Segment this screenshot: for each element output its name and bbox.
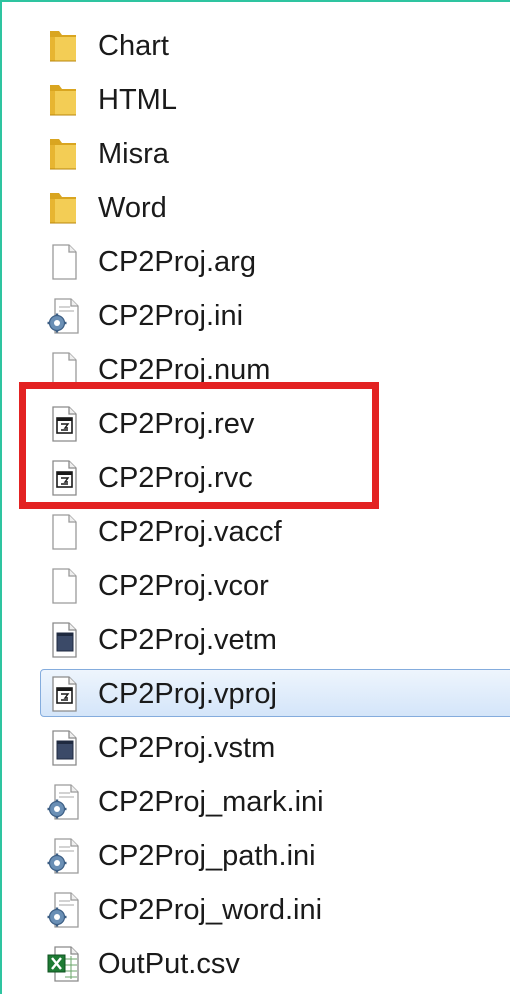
blank-file-icon [46,513,82,551]
file-name-label: CP2Proj.num [98,353,271,386]
file-explorer-pane: Chart HTML Misra Word CP2Proj.arg CP2Pro… [0,0,510,994]
folder-item[interactable]: HTML [46,73,510,127]
file-name-label: OutPut.csv [98,947,240,980]
file-item[interactable]: CP2Proj.vcor [46,559,510,613]
file-item[interactable]: CP2Proj_word.ini [46,883,510,937]
file-item[interactable]: CP2Proj.vaccf [46,505,510,559]
file-item[interactable]: CP2Proj.arg [46,235,510,289]
file-item[interactable]: CP2Proj.vetm [46,613,510,667]
file-name-label: CP2Proj_path.ini [98,839,316,872]
file-name-label: CP2Proj_mark.ini [98,785,324,818]
folder-icon [46,81,82,119]
file-name-label: CP2Proj_word.ini [98,893,323,926]
folder-item[interactable]: Misra [46,127,510,181]
blank-file-icon [46,351,82,389]
file-item[interactable]: CP2Proj.num [46,343,510,397]
settings-file-icon [46,297,82,335]
file-name-label: CP2Proj.rvc [98,461,253,494]
settings-file-icon [46,837,82,875]
blank-file-icon [46,567,82,605]
file-name-label: HTML [98,83,177,116]
file-list: Chart HTML Misra Word CP2Proj.arg CP2Pro… [40,19,510,991]
file-item[interactable]: CP2Proj.vstm [46,721,510,775]
file-item[interactable]: CP2Proj_path.ini [46,829,510,883]
file-name-label: Misra [98,137,169,170]
app-file-icon [46,405,82,443]
file-name-label: CP2Proj.vetm [98,623,277,656]
file-name-label: CP2Proj.ini [98,299,244,332]
dark-file-icon [46,621,82,659]
file-name-label: CP2Proj.arg [98,245,256,278]
file-item[interactable]: CP2Proj_mark.ini [46,775,510,829]
file-name-label: Word [98,191,167,224]
file-name-label: CP2Proj.vstm [98,731,276,764]
file-name-label: CP2Proj.vproj [98,677,277,710]
file-item[interactable]: CP2Proj.rev [46,397,510,451]
file-name-label: Chart [98,29,169,62]
app-file-icon [46,459,82,497]
file-item[interactable]: CP2Proj.ini [46,289,510,343]
folder-icon [46,135,82,173]
folder-item[interactable]: Chart [46,19,510,73]
settings-file-icon [46,783,82,821]
folder-item[interactable]: Word [46,181,510,235]
file-name-label: CP2Proj.vcor [98,569,269,602]
folder-icon [46,27,82,65]
file-item[interactable]: CP2Proj.rvc [46,451,510,505]
dark-file-icon [46,729,82,767]
file-name-label: CP2Proj.vaccf [98,515,282,548]
file-name-label: CP2Proj.rev [98,407,255,440]
app-file-icon [46,675,82,713]
settings-file-icon [46,891,82,929]
file-item[interactable]: CP2Proj.vproj [40,667,510,721]
blank-file-icon [46,243,82,281]
folder-icon [46,189,82,227]
file-item[interactable]: OutPut.csv [46,937,510,991]
excel-file-icon [46,945,82,983]
